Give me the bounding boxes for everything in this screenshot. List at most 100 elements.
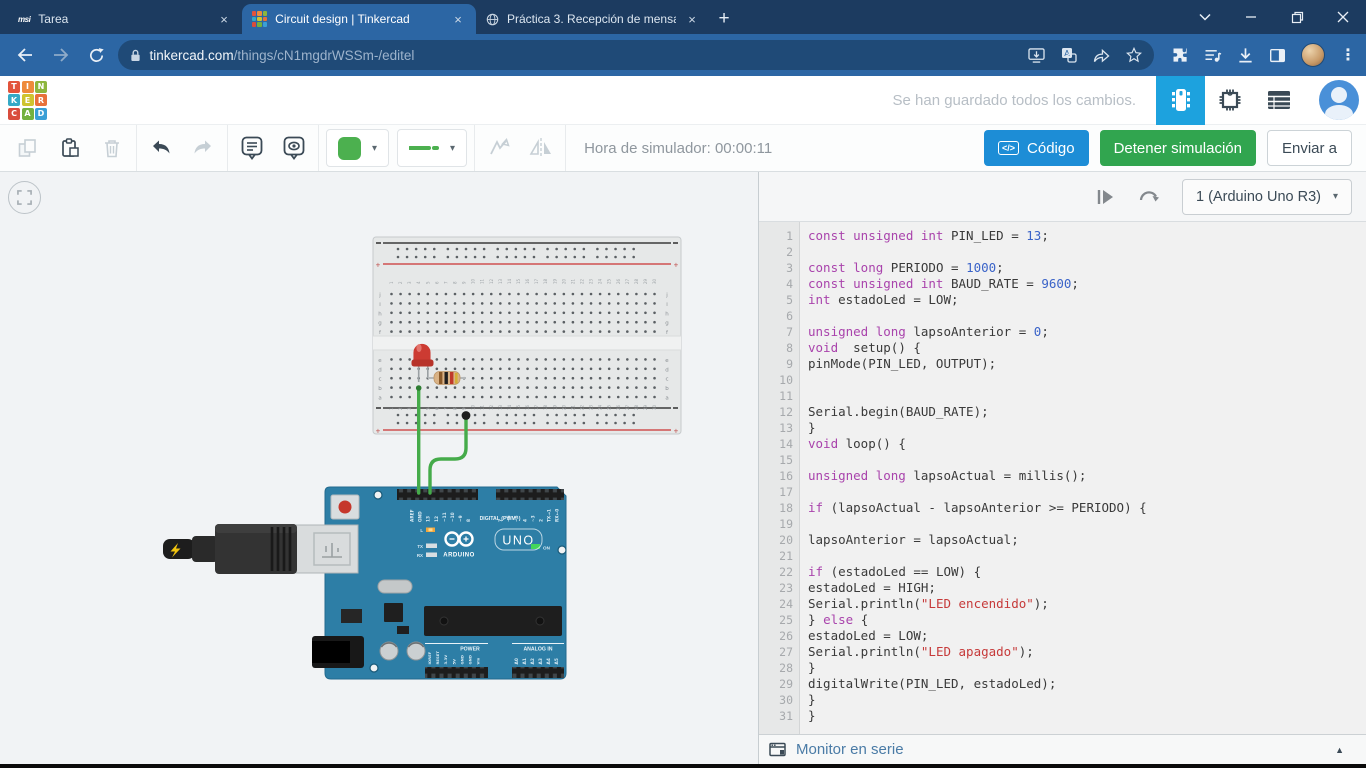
arduino-uno[interactable]: L TX RX ON UNO ARDUINO — [296, 487, 566, 679]
analog-header[interactable] — [512, 667, 564, 678]
mounting-hole — [370, 664, 378, 672]
translate-icon[interactable]: A — [1061, 47, 1077, 63]
debug-step-icon[interactable] — [1096, 188, 1116, 206]
line-number: 20 — [759, 532, 799, 548]
code-line[interactable] — [808, 484, 1366, 500]
code-line[interactable]: void loop() { — [808, 436, 1366, 452]
send-to-button[interactable]: Enviar a — [1267, 130, 1352, 166]
forward-icon[interactable] — [46, 40, 76, 70]
code-line[interactable]: } else { — [808, 612, 1366, 628]
side-panel-icon[interactable] — [1269, 48, 1286, 63]
minimize-window-icon[interactable] — [1228, 0, 1274, 34]
code-line[interactable]: Serial.begin(BAUD_RATE); — [808, 404, 1366, 420]
code-line[interactable]: estadoLed = LOW; — [808, 628, 1366, 644]
browser-profile-avatar[interactable] — [1301, 43, 1325, 67]
usb-cable[interactable] — [163, 524, 297, 574]
code-line[interactable] — [808, 372, 1366, 388]
browser-tab-tinkercad[interactable]: Circuit design | Tinkercad × — [242, 4, 476, 34]
logo-tile: R — [35, 94, 47, 106]
digital-header-right[interactable] — [496, 489, 564, 500]
reset-button[interactable] — [331, 495, 359, 519]
close-tab-icon[interactable]: × — [684, 12, 700, 27]
code-line[interactable]: unsigned long lapsoActual = millis(); — [808, 468, 1366, 484]
code-line[interactable]: if (lapsoActual - lapsoAnterior >= PERIO… — [808, 500, 1366, 516]
browser-tab-tarea[interactable]: msi Tarea × — [8, 4, 242, 34]
notes-button[interactable] — [235, 131, 269, 165]
zoom-to-fit-button[interactable] — [8, 181, 41, 214]
code-button[interactable]: </> Código — [984, 130, 1089, 166]
code-line[interactable] — [808, 244, 1366, 260]
digital-header-left[interactable] — [397, 489, 478, 500]
code-line[interactable] — [808, 388, 1366, 404]
tab-search-chevron-icon[interactable] — [1182, 0, 1228, 34]
code-line[interactable]: int estadoLed = LOW; — [808, 292, 1366, 308]
mirror-flip-button[interactable] — [524, 131, 558, 165]
code-line[interactable]: Serial.println("LED encendido"); — [808, 596, 1366, 612]
code-line[interactable] — [808, 548, 1366, 564]
code-line[interactable]: const unsigned int PIN_LED = 13; — [808, 228, 1366, 244]
code-line[interactable]: const unsigned int BAUD_RATE = 9600; — [808, 276, 1366, 292]
circuit-canvas[interactable]: + + + + jjiihhggffeeddccbbaa112233445566… — [0, 172, 759, 764]
reload-icon[interactable] — [82, 40, 112, 70]
rail-connection-dot[interactable] — [462, 411, 471, 420]
wire-style-dropdown[interactable]: ▾ — [397, 129, 467, 167]
code-line[interactable]: unsigned long lapsoAnterior = 0; — [808, 324, 1366, 340]
undo-button[interactable] — [144, 131, 178, 165]
copy-button[interactable] — [11, 131, 45, 165]
bookmark-star-icon[interactable] — [1126, 47, 1142, 63]
toggle-notes-visibility-button[interactable] — [277, 131, 311, 165]
code-line[interactable]: estadoLed = HIGH; — [808, 580, 1366, 596]
tx-indicator — [426, 544, 437, 549]
address-bar[interactable]: tinkercad.com/things/cN1mgdrWSSm-/editel… — [118, 40, 1154, 70]
close-window-icon[interactable] — [1320, 0, 1366, 34]
code-line[interactable]: pinMode(PIN_LED, OUTPUT); — [808, 356, 1366, 372]
component-list-view-button[interactable] — [1254, 76, 1303, 125]
rotate-button[interactable] — [482, 131, 516, 165]
close-tab-icon[interactable]: × — [216, 12, 232, 27]
power-header[interactable] — [425, 667, 488, 678]
schematic-view-icon — [1217, 87, 1243, 113]
lock-icon[interactable] — [130, 49, 141, 62]
code-line[interactable]: if (estadoLed == LOW) { — [808, 564, 1366, 580]
restore-window-icon[interactable] — [1274, 0, 1320, 34]
led-l-glow — [429, 528, 433, 531]
extensions-puzzle-icon[interactable] — [1172, 47, 1189, 64]
board-selector-dropdown[interactable]: 1 (Arduino Uno R3) ▾ — [1182, 179, 1352, 215]
delete-button[interactable] — [95, 131, 129, 165]
downloads-icon[interactable] — [1237, 47, 1254, 64]
component-color-dropdown[interactable]: ▾ — [326, 129, 389, 167]
stop-simulation-button[interactable]: Detener simulación — [1100, 130, 1256, 166]
code-editor[interactable]: 1234567891011121314151617181920212223242… — [759, 222, 1366, 734]
new-tab-button[interactable]: + — [710, 5, 738, 33]
code-line[interactable]: } — [808, 692, 1366, 708]
browser-tab-practica[interactable]: Práctica 3. Recepción de mensaj × — [476, 4, 710, 34]
browser-menu-icon[interactable]: ⋮ — [1340, 45, 1356, 65]
install-app-icon[interactable] — [1028, 48, 1045, 63]
expand-monitor-icon[interactable]: ▲ — [1335, 745, 1344, 755]
code-line[interactable]: } — [808, 660, 1366, 676]
code-lines[interactable]: const unsigned int PIN_LED = 13; const lo… — [800, 222, 1366, 734]
code-line[interactable]: Serial.println("LED apagado"); — [808, 644, 1366, 660]
code-line[interactable]: void setup() { — [808, 340, 1366, 356]
code-line[interactable] — [808, 308, 1366, 324]
schematic-view-button[interactable] — [1205, 76, 1254, 125]
close-tab-icon[interactable]: × — [450, 12, 466, 27]
code-line[interactable]: digitalWrite(PIN_LED, estadoLed); — [808, 676, 1366, 692]
code-line[interactable] — [808, 516, 1366, 532]
wire-endpoint[interactable] — [416, 385, 422, 391]
code-line[interactable]: const long PERIODO = 1000; — [808, 260, 1366, 276]
media-controls-icon[interactable] — [1204, 48, 1222, 63]
tinkercad-logo[interactable]: TINKERCAD — [8, 81, 47, 120]
tinkercad-profile-avatar[interactable] — [1319, 80, 1359, 120]
code-line[interactable]: } — [808, 420, 1366, 436]
breadboard-view-button[interactable] — [1156, 76, 1205, 125]
code-line[interactable]: lapsoAnterior = lapsoActual; — [808, 532, 1366, 548]
restart-loop-icon[interactable] — [1138, 188, 1160, 206]
share-icon[interactable] — [1093, 48, 1110, 63]
back-icon[interactable] — [10, 40, 40, 70]
redo-button[interactable] — [186, 131, 220, 165]
code-line[interactable]: } — [808, 708, 1366, 724]
serial-monitor-bar[interactable]: Monitor en serie ▲ — [759, 734, 1366, 764]
code-line[interactable] — [808, 452, 1366, 468]
paste-button[interactable] — [53, 131, 87, 165]
